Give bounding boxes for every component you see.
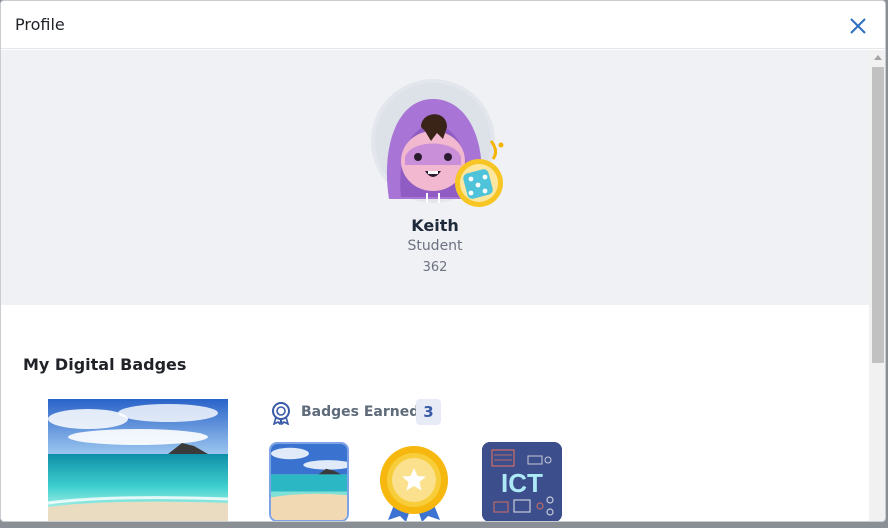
dialog-title: Profile <box>15 15 65 34</box>
close-icon[interactable] <box>847 15 869 37</box>
user-name: Keith <box>411 216 459 235</box>
ict-badge[interactable]: ICT <box>482 442 562 521</box>
badges-earned-label: Badges Earned <box>301 404 420 420</box>
scroll-up-arrow-icon[interactable] <box>874 55 882 60</box>
user-points: 362 <box>422 260 448 275</box>
section-title: My Digital Badges <box>23 355 187 374</box>
selected-badge-image <box>48 399 228 521</box>
dialog-body: Keith Student 362 My Digital Badges Badg… <box>1 50 869 522</box>
avatar <box>371 79 504 207</box>
ict-badge-art: ICT <box>482 442 562 521</box>
vertical-scrollbar[interactable] <box>869 50 885 521</box>
scroll-thumb[interactable] <box>872 67 884 363</box>
ict-badge-text: ICT <box>501 468 543 498</box>
dialog-header: Profile <box>1 1 885 49</box>
user-role: Student <box>407 238 463 254</box>
profile-dialog: Profile Keith Student 362 My Digital Bad… <box>0 0 886 522</box>
gold-star-medal-badge[interactable] <box>374 442 454 522</box>
profile-panel: Keith Student 362 <box>1 50 869 305</box>
badges-earned-count: 3 <box>416 399 441 425</box>
beach-badge[interactable] <box>269 442 349 522</box>
award-icon <box>272 402 290 425</box>
